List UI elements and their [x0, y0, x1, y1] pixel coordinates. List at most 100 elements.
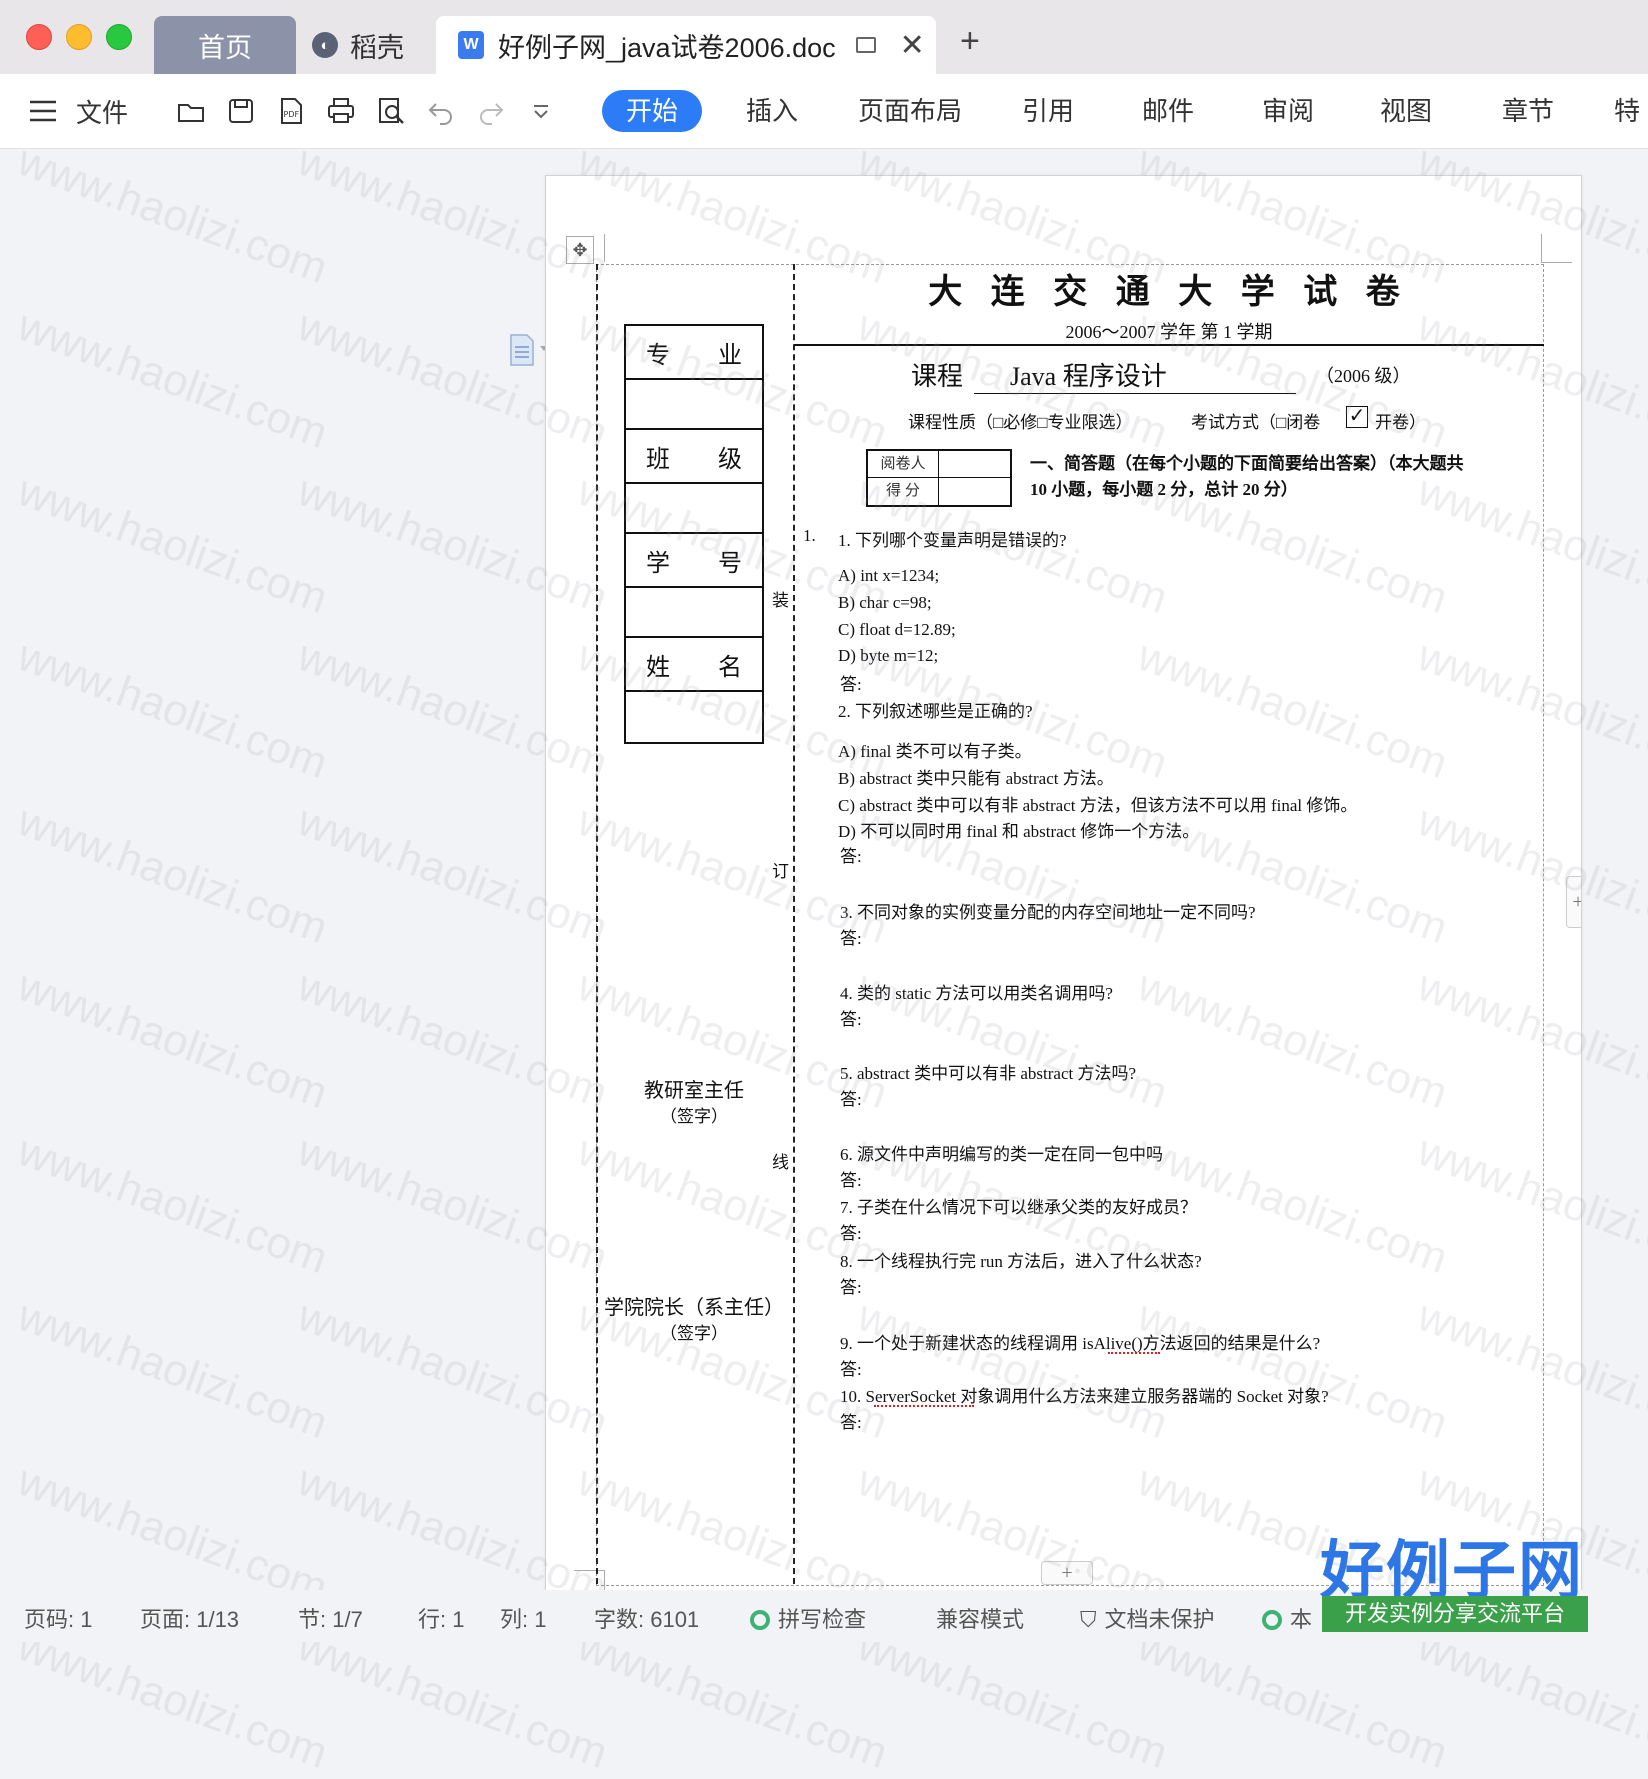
ribbon-tab-chapter[interactable]: 章节 — [1502, 90, 1554, 132]
grade-label: （2006 级） — [1316, 366, 1411, 386]
binding-char: 装 — [772, 591, 789, 610]
status-page-code: 页码: 1 — [24, 1607, 93, 1632]
info-row-class-value[interactable] — [626, 484, 762, 534]
sign-dean-note: （签字） — [660, 1324, 728, 1343]
redo-icon[interactable] — [476, 96, 506, 126]
reviewer-value[interactable] — [939, 451, 1010, 478]
watermark-text: www.haolizi.com — [11, 795, 334, 954]
ribbon-tab-start[interactable]: 开始 — [602, 90, 703, 132]
option-line: C) float d=12.89; — [838, 620, 956, 639]
doc-protect-button[interactable]: ⛉ 文档未保护 — [1080, 1602, 1215, 1634]
status-word-count[interactable]: 字数: 6101 — [594, 1602, 699, 1634]
site-logo-slogan: 开发实例分享交流平台 — [1322, 1596, 1588, 1632]
new-tab-button[interactable]: + — [960, 22, 980, 61]
list-number: 1. — [803, 526, 816, 545]
file-menu-label: 文件 — [76, 97, 129, 128]
question-line: 4. 类的 static 方法可以用类名调用吗? — [840, 984, 1113, 1003]
option-line: A) int x=1234; — [838, 566, 940, 585]
add-row-button[interactable]: + — [1041, 1561, 1093, 1585]
option-line: D) 不可以同时用 final 和 abstract 修饰一个方法。 — [838, 822, 1200, 841]
info-label: 专 — [646, 342, 670, 369]
tab-home-label: 首页 — [198, 32, 252, 63]
ribbon-tab-mail[interactable]: 邮件 — [1142, 90, 1194, 132]
daoke-icon: ◐ — [312, 32, 338, 58]
ribbon-tab-review[interactable]: 审阅 — [1262, 90, 1314, 132]
answer-line: 答: — [840, 1413, 862, 1432]
score-value[interactable] — [939, 478, 1010, 505]
ribbon-tab-references[interactable]: 引用 — [1022, 90, 1074, 132]
answer-line: 答: — [840, 929, 862, 948]
save-icon[interactable] — [226, 96, 256, 126]
question-line: 5. abstract 类中可以有非 abstract 方法吗? — [840, 1064, 1137, 1083]
export-pdf-icon[interactable]: PDF — [276, 96, 306, 126]
zoom-window-button[interactable] — [106, 24, 132, 50]
score-label: 得 分 — [868, 478, 939, 505]
open-book-checkbox[interactable]: ✓ — [1346, 406, 1368, 428]
spelling-underline — [1108, 1352, 1160, 1354]
info-row-major-value[interactable] — [626, 380, 762, 430]
watermark-text: www.haolizi.com — [11, 1290, 334, 1449]
spell-check-button[interactable]: 拼写检查 — [750, 1602, 866, 1634]
binding-line-right — [793, 264, 795, 1584]
info-row-name: 姓名 — [626, 638, 762, 692]
question-line: 6. 源文件中声明编写的类一定在同一包中吗 — [840, 1145, 1163, 1164]
term-line: 2006～2007 学年 第 1 学期 — [1065, 322, 1273, 342]
question-line: 7. 子类在什么情况下可以继承父类的友好成员？ — [840, 1198, 1197, 1217]
open-folder-icon[interactable] — [176, 96, 206, 126]
info-label: 号 — [718, 550, 742, 577]
info-label: 学 — [646, 550, 670, 577]
reviewer-label: 阅卷人 — [868, 451, 939, 478]
info-row-student-id-value[interactable] — [626, 588, 762, 638]
status-extra-label: 本 — [1290, 1607, 1313, 1632]
ribbon-tab-layout[interactable]: 页面布局 — [858, 90, 962, 132]
status-row: 行: 1 — [418, 1607, 465, 1632]
ribbon-tab-insert[interactable]: 插入 — [746, 90, 798, 132]
minimize-window-button[interactable] — [66, 24, 92, 50]
undo-icon[interactable] — [426, 96, 456, 126]
info-label: 姓 — [646, 654, 670, 681]
question-line: 10. ServerSocket 对象调用什么方法来建立服务器端的 Socket… — [840, 1387, 1329, 1406]
watermark-text: www.haolizi.com — [11, 960, 334, 1119]
watermark-text: www.haolizi.com — [11, 1125, 334, 1284]
print-icon[interactable] — [326, 96, 356, 126]
option-line: D) byte m=12; — [838, 646, 939, 665]
tab-daoke[interactable]: ◐ 稻壳 — [312, 16, 432, 74]
question-line: 3. 不同对象的实例变量分配的内存空间地址一定不同吗? — [840, 903, 1256, 922]
course-label: 课程 — [911, 362, 964, 391]
question-line: 1. 下列哪个变量声明是错误的? — [838, 531, 1067, 550]
menu-button[interactable]: 文件 — [28, 74, 128, 148]
tab-home[interactable]: 首页 — [154, 16, 296, 74]
add-column-button[interactable]: + — [1566, 876, 1581, 928]
tab-document[interactable]: W 好例子网_java试卷2006.doc ✕ — [436, 16, 936, 74]
spell-check-icon — [750, 1610, 770, 1630]
option-line: B) char c=98; — [838, 593, 932, 612]
window-mode-icon[interactable] — [855, 37, 876, 53]
university-title: 大 连 交 通 大 学 试 卷 — [928, 274, 1410, 311]
status-section: 节: 1/7 — [298, 1607, 363, 1632]
sign-director-note: （签字） — [660, 1107, 728, 1126]
info-row-student-id: 学号 — [626, 534, 762, 588]
answer-line: 答: — [840, 847, 862, 866]
document-page[interactable]: ✥ 专业 班级 学号 姓名 装 订 线 教研室主任 （签字） 学院院长（系主任）… — [545, 175, 1582, 1597]
answer-line: 答: — [840, 1090, 862, 1109]
watermark-text: www.haolizi.com — [11, 465, 334, 624]
close-window-button[interactable] — [26, 24, 52, 50]
answer-line: 答: — [840, 1360, 862, 1379]
move-table-icon[interactable]: ✥ — [566, 236, 594, 264]
close-tab-icon[interactable]: ✕ — [900, 28, 925, 63]
ribbon-tab-special[interactable]: 特色 — [1614, 90, 1648, 132]
option-line: C) abstract 类中可以有非 abstract 方法，但该方法不可以用 … — [838, 796, 1358, 815]
status-page[interactable]: 页面: 1/13 — [140, 1602, 239, 1634]
spell-check-label: 拼写检查 — [778, 1607, 867, 1632]
more-dropdown-icon[interactable] — [526, 96, 556, 126]
status-extra[interactable]: 本 — [1262, 1602, 1312, 1634]
print-preview-icon[interactable] — [376, 96, 406, 126]
sign-director-label: 教研室主任 — [644, 1080, 744, 1102]
info-row-name-value[interactable] — [626, 692, 762, 742]
open-book-label: 开卷） — [1375, 413, 1426, 432]
ribbon-tab-view[interactable]: 视图 — [1380, 90, 1432, 132]
answer-line: 答: — [840, 1010, 862, 1029]
binding-char: 线 — [772, 1153, 789, 1172]
answer-line: 答: — [840, 1224, 862, 1243]
question-line: 2. 下列叙述哪些是正确的? — [838, 702, 1033, 721]
